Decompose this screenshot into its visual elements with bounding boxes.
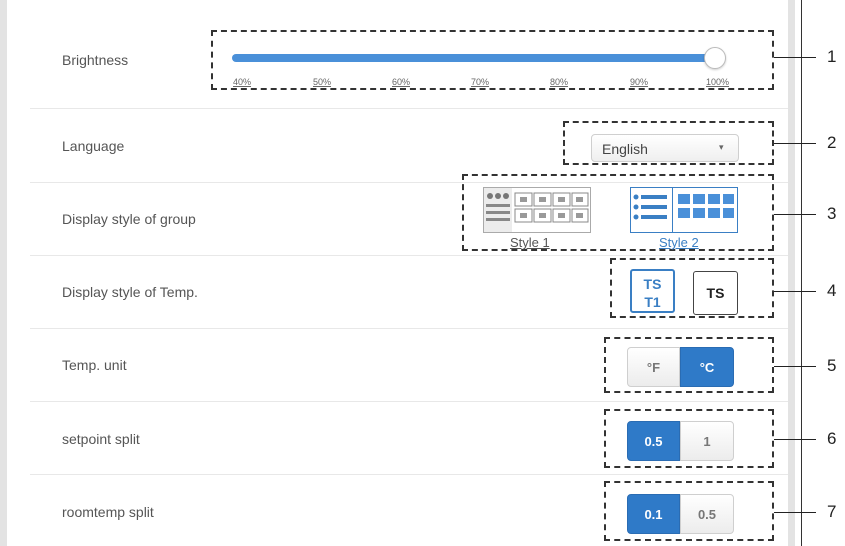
style-2-button[interactable] bbox=[630, 187, 738, 233]
callout-number-7: 7 bbox=[827, 502, 837, 521]
callout-leader bbox=[774, 143, 816, 144]
row-divider bbox=[30, 255, 788, 256]
callout-leader bbox=[774, 439, 816, 440]
roomtemp-split-label: roomtemp split bbox=[62, 504, 154, 520]
tick-label: 40% bbox=[233, 77, 252, 87]
divider-line bbox=[801, 0, 802, 546]
callout-leader bbox=[774, 366, 816, 367]
panel-scrollbar[interactable] bbox=[788, 0, 795, 546]
callout-number-4: 4 bbox=[827, 281, 837, 300]
fahrenheit-button[interactable]: °F bbox=[627, 347, 680, 387]
temp-style-ts-t1-button[interactable]: TS T1 bbox=[630, 269, 675, 313]
t1-text: T1 bbox=[644, 294, 661, 310]
tick-label: 60% bbox=[392, 77, 411, 87]
row-divider bbox=[30, 474, 788, 475]
tick-label: 70% bbox=[471, 77, 490, 87]
settings-panel: Brightness 40% 50% 60% 70% 80% 90% 100% … bbox=[0, 0, 795, 546]
callout-leader bbox=[774, 291, 816, 292]
temp-style-label: Display style of Temp. bbox=[62, 284, 198, 300]
callout-number-3: 3 bbox=[827, 204, 837, 223]
language-label: Language bbox=[62, 138, 125, 154]
callout-number-2: 2 bbox=[827, 133, 837, 152]
tick-label: 80% bbox=[550, 77, 569, 87]
tick-label: 90% bbox=[630, 77, 649, 87]
setpoint-split-1-button[interactable]: 1 bbox=[680, 421, 734, 461]
setpoint-split-0-5-button[interactable]: 0.5 bbox=[627, 421, 680, 461]
brightness-slider-thumb[interactable] bbox=[704, 47, 726, 69]
group-style-label: Display style of group bbox=[62, 211, 196, 227]
celsius-button[interactable]: °C bbox=[680, 347, 734, 387]
callout-leader bbox=[774, 512, 816, 513]
panel-left-edge bbox=[0, 0, 7, 546]
list-tiles-icon bbox=[633, 188, 734, 232]
brightness-label: Brightness bbox=[62, 52, 129, 68]
row-divider bbox=[30, 401, 788, 402]
style-1-button[interactable] bbox=[483, 187, 591, 233]
ts-text: TS bbox=[643, 276, 662, 292]
callout-number-6: 6 bbox=[827, 429, 837, 448]
style-2-caption: Style 2 bbox=[659, 235, 699, 250]
row-divider bbox=[30, 108, 788, 109]
brightness-slider-track[interactable] bbox=[232, 54, 718, 62]
list-grid-icon bbox=[484, 188, 589, 232]
language-dropdown-value: English bbox=[602, 141, 648, 157]
tick-label: 50% bbox=[313, 77, 332, 87]
language-dropdown[interactable]: English ▾ bbox=[591, 134, 739, 162]
row-divider bbox=[30, 328, 788, 329]
style-1-caption: Style 1 bbox=[510, 235, 550, 250]
setpoint-split-label: setpoint split bbox=[62, 431, 140, 447]
roomtemp-split-0-1-button[interactable]: 0.1 bbox=[627, 494, 680, 534]
temp-style-ts-button[interactable]: TS bbox=[693, 271, 738, 315]
roomtemp-split-0-5-button[interactable]: 0.5 bbox=[680, 494, 734, 534]
ts-text: TS bbox=[706, 285, 725, 301]
temp-unit-label: Temp. unit bbox=[62, 357, 127, 373]
tick-label: 100% bbox=[706, 77, 730, 87]
callout-leader bbox=[774, 57, 816, 58]
callout-leader bbox=[774, 214, 816, 215]
chevron-down-icon: ▾ bbox=[719, 142, 724, 152]
callout-number-1: 1 bbox=[827, 47, 837, 66]
callout-number-5: 5 bbox=[827, 356, 837, 375]
